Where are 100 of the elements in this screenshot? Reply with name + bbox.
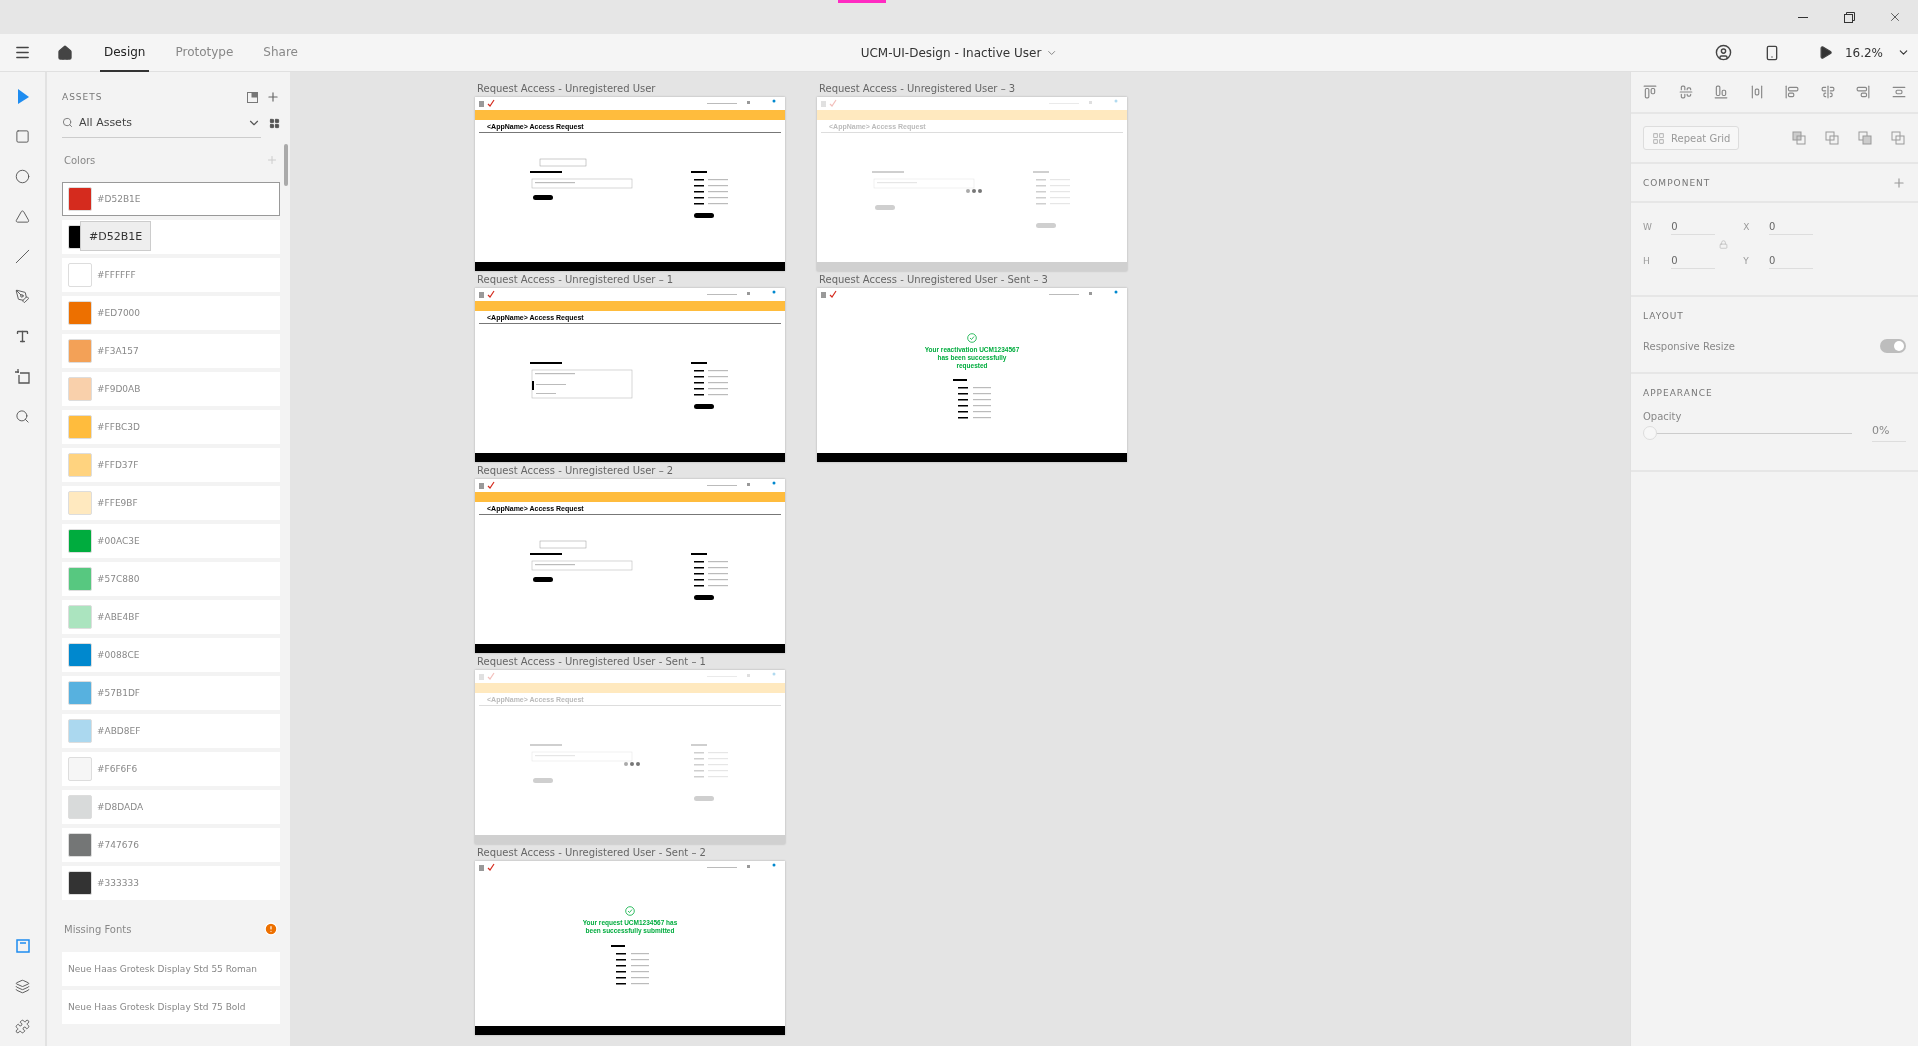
color-swatch-row[interactable]: #F9D0AB: [62, 372, 280, 406]
section-title: Colors: [64, 154, 96, 166]
color-swatch-row[interactable]: #FFE9BF: [62, 486, 280, 520]
zoom-icon: [15, 408, 30, 424]
grid-view-icon[interactable]: [269, 117, 280, 129]
align-left-icon[interactable]: [1785, 85, 1800, 99]
align-bottom-icon[interactable]: [1714, 85, 1729, 99]
color-swatch-row[interactable]: #D52B1E: [62, 220, 280, 254]
distribute-icon[interactable]: [1749, 85, 1764, 99]
y-field[interactable]: 0: [1769, 253, 1813, 269]
add-icon[interactable]: [266, 90, 280, 104]
color-hex: #747676: [97, 840, 139, 850]
restore-icon: [1843, 11, 1855, 23]
section-title: LAYOUT: [1643, 310, 1684, 321]
panel-icon: [15, 939, 30, 953]
grid-icon: [1652, 131, 1665, 145]
color-swatch-row[interactable]: #FFBC3D: [62, 410, 280, 444]
sync-indicator: [838, 0, 886, 3]
menu-icon: [14, 44, 31, 61]
slider-thumb[interactable]: [1643, 426, 1657, 440]
x-field[interactable]: 0: [1769, 219, 1813, 235]
color-swatch-row[interactable]: #00AC3E: [62, 524, 280, 558]
panel-title: ASSETS: [62, 92, 103, 102]
artboard-title[interactable]: Request Access - Unregistered User: [475, 80, 785, 97]
artboard-title[interactable]: Request Access - Unregistered User - Sent – 2: [475, 844, 785, 861]
color-swatch-row[interactable]: #57C880: [62, 562, 280, 596]
height-field[interactable]: 0: [1671, 253, 1716, 269]
search-icon: [62, 117, 73, 128]
color-swatch-row[interactable]: #57B1DF: [62, 676, 280, 710]
color-swatch-row[interactable]: #FFD37F: [62, 448, 280, 482]
color-hex: #ED7000: [97, 308, 141, 318]
plugin-icon: [15, 1018, 30, 1034]
align-top-icon[interactable]: [1643, 85, 1657, 99]
zoom-dropdown[interactable]: 16.2%: [1836, 45, 1918, 60]
section-title: Missing Fonts: [64, 923, 132, 935]
mode-tab[interactable]: Prototype: [171, 33, 238, 72]
color-hex: #F3A157: [97, 346, 139, 356]
field-label: H: [1643, 256, 1651, 266]
color-hex: #ABD8EF: [97, 726, 141, 736]
color-swatch-row[interactable]: #ABD8EF: [62, 714, 280, 748]
minimize-icon: [1798, 16, 1808, 18]
check-circle-icon: [967, 333, 977, 343]
artboard-title[interactable]: Request Access - Unregistered User – 3: [817, 80, 1127, 97]
document-title[interactable]: UCM-UI-Design - Inactive User: [854, 44, 1064, 61]
color-hex: #D8DADA: [97, 802, 144, 812]
user-icon[interactable]: [1714, 44, 1732, 61]
scrollbar-thumb[interactable]: [284, 144, 288, 186]
color-hex: #00AC3E: [97, 536, 140, 546]
color-hex: #ABE4BF: [97, 612, 140, 622]
color-swatch-row[interactable]: #0088CE: [62, 638, 280, 672]
artboard-title[interactable]: Request Access - Unregistered User – 2: [475, 462, 785, 479]
color-swatch-row[interactable]: #F6F6F6: [62, 752, 280, 786]
opacity-slider[interactable]: [1643, 426, 1852, 440]
artboard-title[interactable]: Request Access - Unregistered User - Sent – 1: [475, 653, 785, 670]
color-hex: #57C880: [97, 574, 140, 584]
triangle-icon: [15, 208, 30, 224]
opacity-value[interactable]: 0%: [1872, 424, 1906, 442]
missing-font-row[interactable]: Neue Haas Grotesk Display Std 55 Roman: [62, 952, 280, 986]
overlapping-squares-icon[interactable]: [1891, 130, 1906, 146]
color-swatch-row[interactable]: #FFFFFF: [62, 258, 280, 292]
color-hex: #FFD37F: [97, 460, 139, 470]
color-swatch-row[interactable]: #747676: [62, 828, 280, 862]
details-drawing: [611, 944, 649, 985]
width-field[interactable]: 0: [1671, 219, 1716, 235]
toggle-switch[interactable]: [1880, 339, 1906, 353]
color-swatch-row[interactable]: #333333: [62, 866, 280, 900]
play-icon: [1817, 45, 1833, 60]
color-swatch-row[interactable]: #D8DADA: [62, 790, 280, 824]
artboard-title[interactable]: Request Access - Unregistered User – 1: [475, 271, 785, 288]
color-hex: #D52B1E: [97, 194, 141, 204]
mode-tab[interactable]: Share: [259, 33, 302, 72]
color-swatch-row[interactable]: #ABE4BF: [62, 600, 280, 634]
ellipse-icon: [15, 168, 30, 184]
field-label: X: [1743, 222, 1751, 232]
details-drawing: [953, 379, 991, 420]
close-icon: [1888, 10, 1902, 24]
setting-label: Responsive Resize: [1643, 340, 1735, 352]
rectangle-icon: [15, 128, 30, 144]
field-label: W: [1643, 222, 1653, 232]
overlapping-squares-icon[interactable]: [1858, 130, 1873, 146]
color-hex: #FFFFFF: [97, 270, 136, 280]
add-icon[interactable]: [1892, 175, 1906, 190]
asset-filter[interactable]: All Assets: [62, 108, 261, 138]
color-swatch-row[interactable]: #D52B1E: [62, 182, 280, 216]
distribute-icon[interactable]: [1891, 85, 1906, 99]
section-title: COMPONENT: [1643, 177, 1711, 188]
color-swatch-row[interactable]: #F3A157: [62, 334, 280, 368]
overlapping-squares-icon[interactable]: [1825, 130, 1840, 146]
tooltip: #D52B1E: [80, 221, 152, 251]
align-center-icon[interactable]: [1820, 85, 1835, 99]
missing-font-row[interactable]: Neue Haas Grotesk Display Std 75 Bold: [62, 990, 280, 1024]
color-hex: #FFBC3D: [97, 422, 140, 432]
align-right-icon[interactable]: [1856, 85, 1871, 99]
artboard-title[interactable]: Request Access - Unregistered User - Sent – 3: [817, 271, 1127, 288]
overlapping-squares-icon[interactable]: [1792, 130, 1807, 146]
field-label: Y: [1743, 256, 1750, 266]
color-swatch-row[interactable]: #ED7000: [62, 296, 280, 330]
library-icon[interactable]: [247, 91, 258, 103]
repeat-grid-button[interactable]: Repeat Grid: [1643, 126, 1740, 150]
align-middle-icon[interactable]: [1678, 85, 1693, 99]
